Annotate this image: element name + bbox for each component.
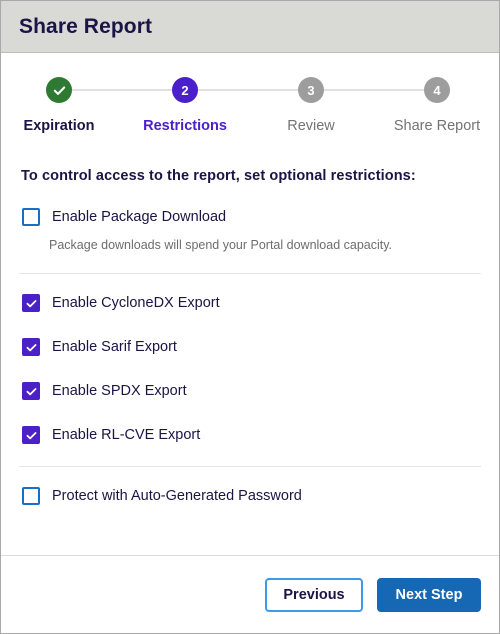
checkbox-label-protect-with-password: Protect with Auto-Generated Password — [52, 488, 302, 504]
checkbox-label-enable-rl-cve-export: Enable RL-CVE Export — [52, 427, 201, 443]
checkbox-protect-with-password[interactable] — [22, 487, 40, 505]
step-4-label: Share Report — [393, 118, 481, 134]
dialog-footer: Previous Next Step — [1, 555, 499, 633]
step-1-circle-complete — [46, 77, 72, 103]
restrictions-heading: To control access to the report, set opt… — [21, 168, 416, 184]
step-4-circle: 4 — [424, 77, 450, 103]
checkbox-row-enable-rl-cve-export[interactable]: Enable RL-CVE Export — [22, 424, 481, 446]
stepper-connector-1 — [72, 89, 172, 91]
next-step-button[interactable]: Next Step — [377, 577, 481, 612]
step-1-label: Expiration — [23, 118, 95, 134]
checkbox-row-protect-with-password[interactable]: Protect with Auto-Generated Password — [22, 485, 481, 507]
step-3-circle: 3 — [298, 77, 324, 103]
checkbox-enable-package-download[interactable] — [22, 208, 40, 226]
checkbox-row-enable-cyclonedx-export[interactable]: Enable CycloneDX Export — [22, 292, 481, 314]
checkbox-label-enable-cyclonedx-export: Enable CycloneDX Export — [52, 295, 220, 311]
stepper-connector-3 — [324, 89, 424, 91]
stepper-step-restrictions[interactable]: 2 Restrictions — [122, 77, 248, 135]
previous-button[interactable]: Previous — [265, 577, 363, 612]
checkbox-enable-cyclonedx-export[interactable] — [22, 294, 40, 312]
checkbox-enable-rl-cve-export[interactable] — [22, 426, 40, 444]
checkbox-label-enable-package-download: Enable Package Download — [52, 209, 227, 225]
dialog-body: To control access to the report, set opt… — [1, 150, 499, 555]
export-options-group: Enable CycloneDX Export Enable Sarif Exp… — [19, 292, 481, 446]
stepper-track: Expiration 2 Restrictions 3 Review 4 Sha… — [1, 77, 499, 134]
checkbox-row-enable-spdx-export[interactable]: Enable SPDX Export — [22, 380, 481, 402]
checkbox-label-enable-sarif-export: Enable Sarif Export — [52, 339, 177, 355]
stepper-connector-2 — [198, 89, 298, 91]
stepper-step-share-report[interactable]: 4 Share Report — [374, 77, 499, 135]
step-3-label: Review — [287, 118, 335, 134]
checkbox-row-enable-package-download[interactable]: Enable Package Download — [22, 206, 481, 228]
step-2-label: Restrictions — [143, 118, 227, 134]
checkbox-enable-spdx-export[interactable] — [22, 382, 40, 400]
stepper-step-review[interactable]: 3 Review — [248, 77, 374, 135]
checkbox-label-enable-spdx-export: Enable SPDX Export — [52, 383, 187, 399]
dialog-header: Share Report — [1, 1, 499, 53]
progress-stepper: Expiration 2 Restrictions 3 Review 4 Sha… — [1, 53, 499, 150]
step-2-circle: 2 — [172, 77, 198, 103]
checkbox-row-enable-sarif-export[interactable]: Enable Sarif Export — [22, 336, 481, 358]
stepper-step-expiration[interactable]: Expiration — [1, 77, 122, 135]
package-download-helper-text: Package downloads will spend your Portal… — [49, 238, 393, 252]
page-title: Share Report — [19, 14, 153, 38]
checkbox-enable-sarif-export[interactable] — [22, 338, 40, 356]
share-report-dialog: Share Report Expiration 2 Restrictions 3… — [0, 0, 500, 634]
